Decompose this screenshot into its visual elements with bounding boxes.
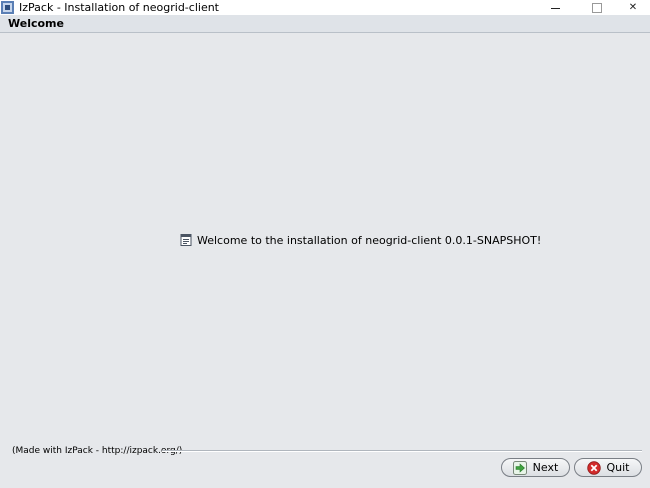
- app-icon: [1, 1, 14, 14]
- title-bar: IzPack - Installation of neogrid-client …: [0, 0, 650, 15]
- arrow-right-icon: [512, 460, 527, 475]
- quit-button[interactable]: Quit: [574, 458, 642, 477]
- document-icon: [180, 233, 192, 246]
- made-with-label: (Made with IzPack - http://izpack.org/): [12, 446, 183, 456]
- next-button[interactable]: Next: [501, 458, 570, 477]
- panel-header: Welcome: [0, 15, 650, 33]
- footer-divider: [162, 450, 642, 452]
- next-button-label: Next: [532, 461, 559, 474]
- welcome-message: Welcome to the installation of neogrid-c…: [180, 233, 541, 247]
- panel-title: Welcome: [8, 17, 64, 30]
- maximize-icon[interactable]: [582, 0, 612, 15]
- welcome-text: Welcome to the installation of neogrid-c…: [197, 233, 542, 247]
- window-title: IzPack - Installation of neogrid-client: [19, 1, 219, 14]
- minimize-icon[interactable]: [540, 0, 570, 15]
- quit-icon: [586, 460, 601, 475]
- quit-button-label: Quit: [606, 461, 630, 474]
- close-icon[interactable]: ✕: [618, 0, 648, 15]
